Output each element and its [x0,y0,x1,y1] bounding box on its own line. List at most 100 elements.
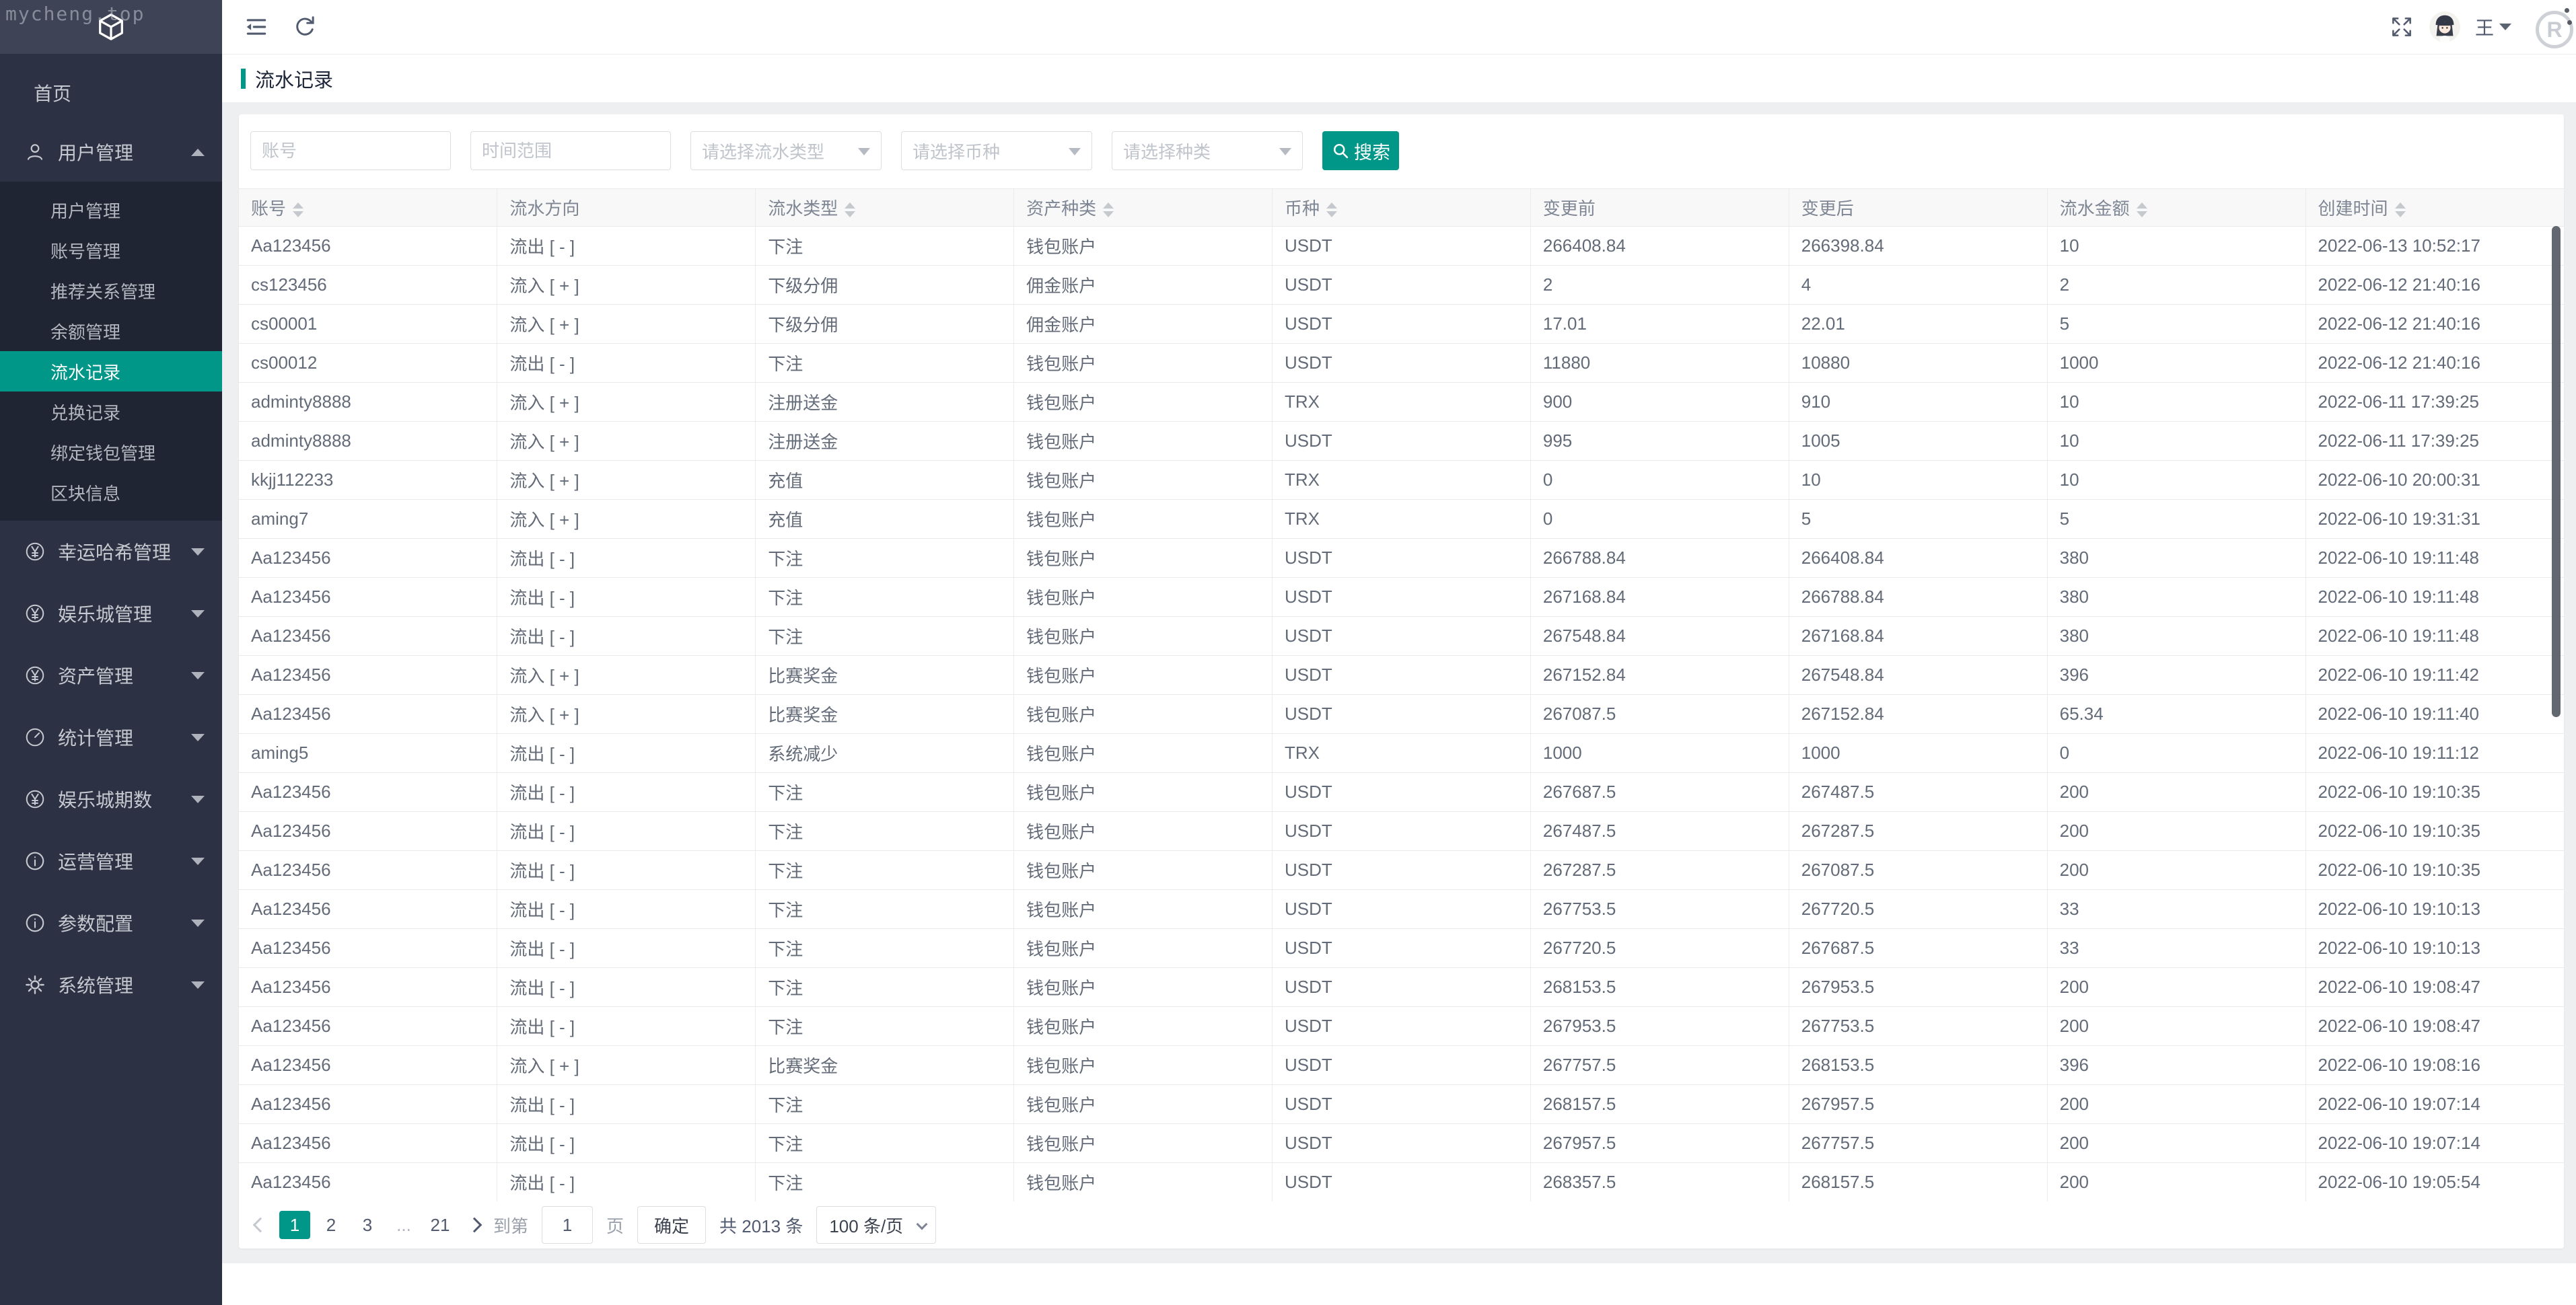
cell-r9-c3: 钱包账户 [1014,578,1273,617]
sidebar-subitem-4[interactable]: 流水记录 [0,351,222,392]
cell-r13-c1: 流出 [ - ] [497,734,756,773]
cell-r8-c5: 266788.84 [1530,539,1789,578]
user-menu[interactable]: 王 [2475,13,2511,40]
sidebar-subitem-0[interactable]: 用户管理 [0,190,222,230]
cell-r12-c5: 267087.5 [1530,695,1789,734]
column-header-2[interactable]: 流水类型 [756,189,1014,227]
cell-r1-c7: 2 [2047,266,2305,305]
column-header-7[interactable]: 流水金额 [2047,189,2305,227]
cell-r8-c8: 2022-06-10 19:11:48 [2305,539,2564,578]
sort-icon[interactable] [1103,202,1114,217]
table-row: Aa123456流出 [ - ]下注钱包账户USDT267687.5267487… [239,773,2564,812]
table-row: Aa123456流出 [ - ]下注钱包账户USDT266788.8426640… [239,539,2564,578]
daterange-input[interactable] [470,131,671,170]
sidebar-subitem-3[interactable]: 余额管理 [0,311,222,351]
page-button-1[interactable]: 1 [279,1211,310,1239]
cell-r14-c3: 钱包账户 [1014,773,1273,812]
sidebar-item-7[interactable]: 运营管理 [0,830,222,892]
column-header-6: 变更后 [1789,189,2047,227]
sidebar-subitem-2[interactable]: 推荐关系管理 [0,270,222,311]
sort-icon[interactable] [845,202,855,217]
cell-r14-c1: 流出 [ - ] [497,773,756,812]
cell-r11-c3: 钱包账户 [1014,656,1273,695]
sidebar-item-9[interactable]: 系统管理 [0,954,222,1016]
sidebar-item-2[interactable]: 幸运哈希管理 [0,521,222,583]
sidebar-item-0[interactable]: 首页 [0,63,222,122]
cell-r9-c0: Aa123456 [239,578,497,617]
cell-r7-c7: 5 [2047,500,2305,539]
cell-r15-c8: 2022-06-10 19:10:35 [2305,812,2564,851]
sidebar-item-4[interactable]: 资产管理 [0,644,222,706]
goto-page-input[interactable] [542,1206,593,1244]
title-accent-bar [241,69,246,89]
cell-r20-c7: 200 [2047,1007,2305,1046]
sidebar-item-label: 首页 [34,79,205,106]
cell-r21-c4: USDT [1273,1046,1531,1085]
sort-icon[interactable] [1326,202,1337,217]
cell-r1-c8: 2022-06-12 21:40:16 [2305,266,2564,305]
chevron-down-icon [191,920,205,927]
cell-r19-c0: Aa123456 [239,968,497,1007]
prev-page-icon[interactable] [253,1218,269,1233]
cell-r20-c6: 267753.5 [1789,1007,2047,1046]
sort-icon[interactable] [2137,202,2147,217]
table-scrollbar[interactable] [2552,226,2561,717]
currency-select[interactable]: 请选择币种 [901,131,1092,170]
column-header-0[interactable]: 账号 [239,189,497,227]
flow-type-select[interactable]: 请选择流水类型 [690,131,882,170]
chevron-down-icon [191,672,205,679]
cell-r15-c6: 267287.5 [1789,812,2047,851]
cell-r13-c7: 0 [2047,734,2305,773]
pagination-bar: 123...21 到第 页 确定 共 2013 条 100 条/页 [239,1201,2564,1248]
search-button[interactable]: 搜索 [1322,131,1399,170]
cell-r7-c5: 0 [1530,500,1789,539]
cell-r9-c6: 266788.84 [1789,578,2047,617]
column-header-4[interactable]: 币种 [1273,189,1531,227]
cell-r2-c3: 佣金账户 [1014,305,1273,344]
cell-r8-c6: 266408.84 [1789,539,2047,578]
cell-r14-c2: 下注 [756,773,1014,812]
cell-r21-c6: 268153.5 [1789,1046,2047,1085]
sort-icon[interactable] [2395,202,2406,217]
sidebar-subitem-7[interactable]: 区块信息 [0,472,222,513]
cell-r17-c8: 2022-06-10 19:10:13 [2305,890,2564,929]
sidebar-item-6[interactable]: 娱乐城期数 [0,768,222,830]
page-button-3[interactable]: 3 [352,1211,383,1239]
sidebar-item-1[interactable]: 用户管理 [0,122,222,182]
cell-r10-c5: 267548.84 [1530,617,1789,656]
page-button-2[interactable]: 2 [316,1211,347,1239]
sidebar-subitem-1[interactable]: 账号管理 [0,230,222,270]
refresh-icon[interactable] [292,14,318,40]
account-input[interactable] [250,131,451,170]
cell-r12-c0: Aa123456 [239,695,497,734]
cell-r4-c0: adminty8888 [239,383,497,422]
fullscreen-icon[interactable] [2389,14,2414,40]
sidebar-item-5[interactable]: 统计管理 [0,706,222,768]
user-avatar[interactable] [2429,11,2460,42]
sidebar-subitem-5[interactable]: 兑换记录 [0,392,222,432]
cell-r8-c2: 下注 [756,539,1014,578]
cell-r15-c5: 267487.5 [1530,812,1789,851]
cell-r18-c7: 33 [2047,929,2305,968]
menu-fold-icon[interactable] [244,14,269,40]
cell-r12-c6: 267152.84 [1789,695,2047,734]
cell-r2-c4: USDT [1273,305,1531,344]
cell-r16-c6: 267087.5 [1789,851,2047,890]
goto-confirm-button[interactable]: 确定 [637,1206,706,1244]
cell-r20-c5: 267953.5 [1530,1007,1789,1046]
next-page-icon[interactable] [467,1218,482,1233]
sidebar-item-3[interactable]: 娱乐城管理 [0,583,222,644]
cell-r0-c4: USDT [1273,227,1531,266]
sort-icon[interactable] [293,202,303,217]
category-select[interactable]: 请选择种类 [1112,131,1303,170]
sidebar-subitem-6[interactable]: 绑定钱包管理 [0,432,222,472]
column-header-3[interactable]: 资产种类 [1014,189,1273,227]
cell-r7-c4: TRX [1273,500,1531,539]
column-label: 资产种类 [1026,198,1096,219]
page-size-select[interactable]: 100 条/页 [816,1206,936,1244]
column-header-8[interactable]: 创建时间 [2305,189,2564,227]
cell-r11-c4: USDT [1273,656,1531,695]
page-button-21[interactable]: 21 [425,1211,456,1239]
sidebar-item-8[interactable]: 参数配置 [0,892,222,954]
cell-r0-c8: 2022-06-13 10:52:17 [2305,227,2564,266]
